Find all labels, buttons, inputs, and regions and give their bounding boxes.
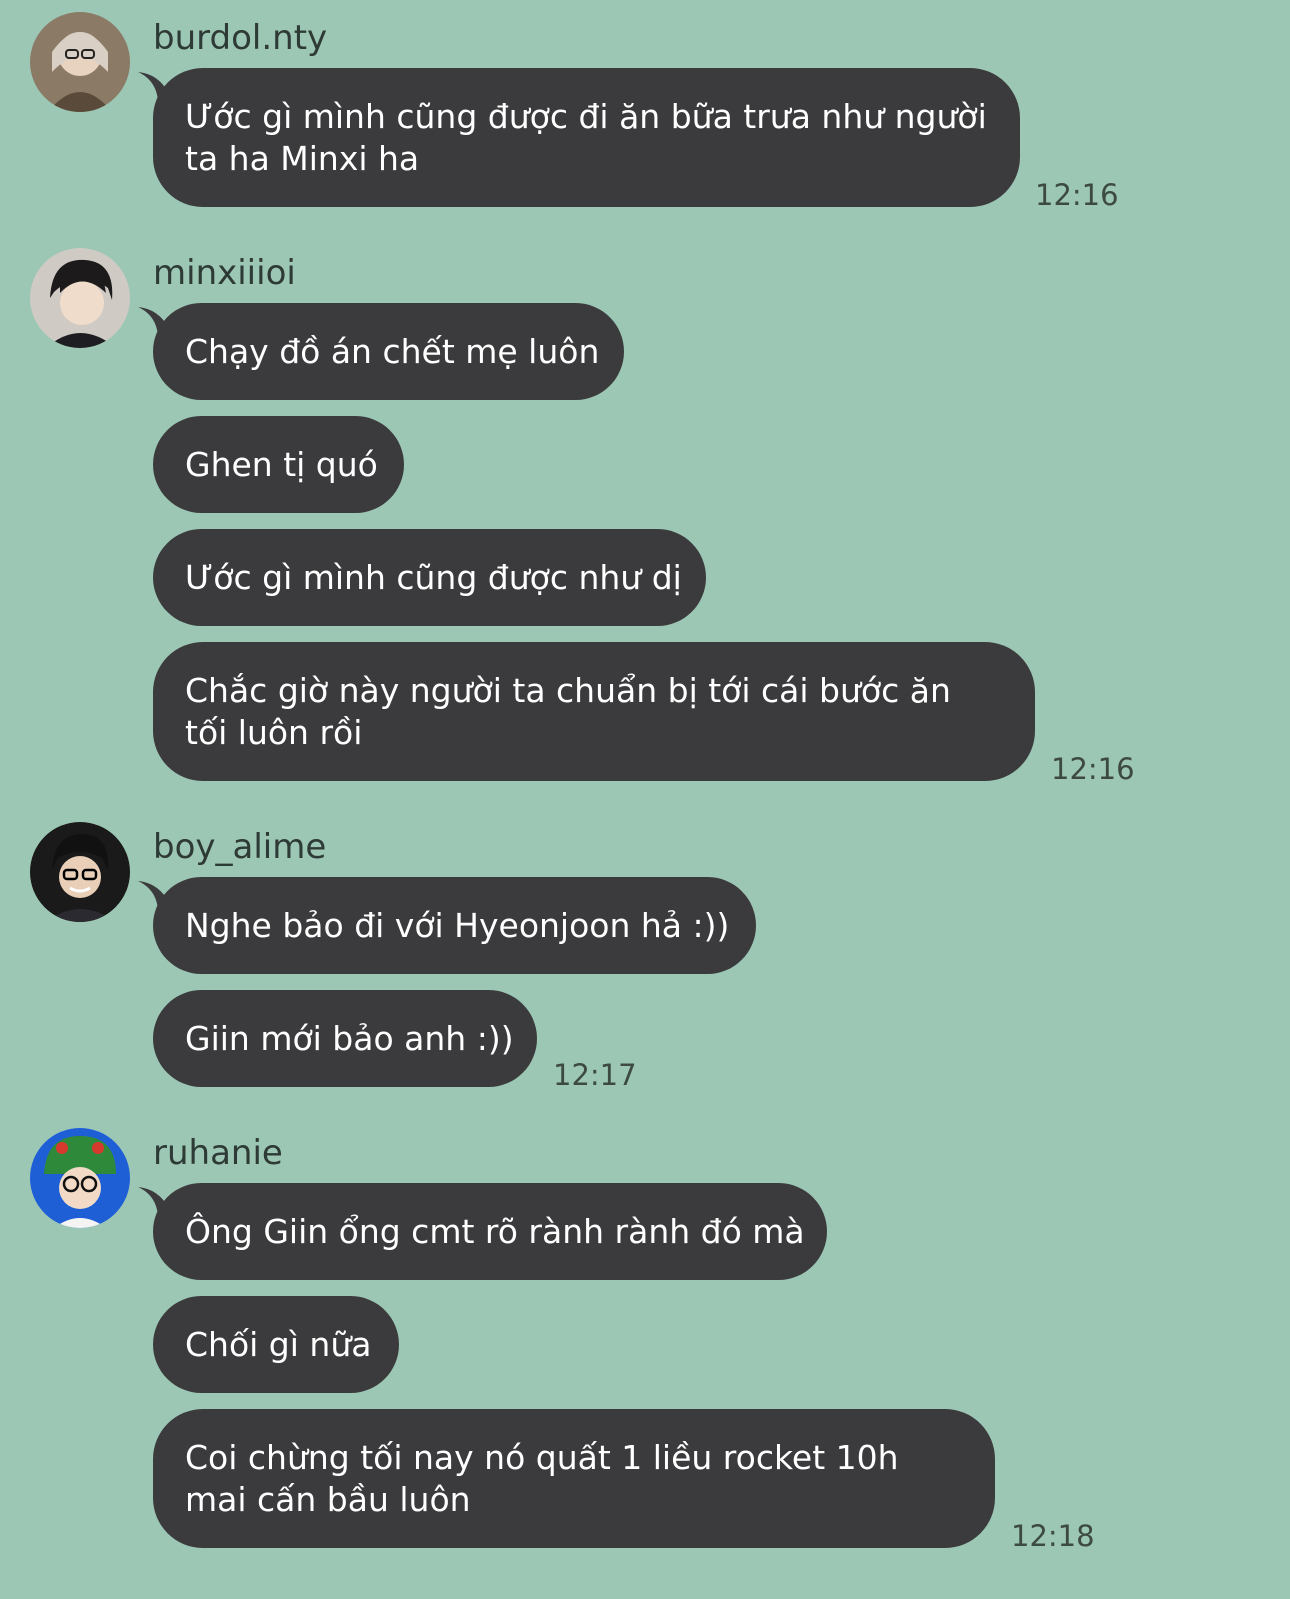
timestamp: 12:17 xyxy=(553,1058,637,1092)
message-bubble[interactable]: Giin mới bảo anh :)) xyxy=(153,990,537,1087)
timestamp: 12:16 xyxy=(1051,752,1135,786)
chat-thread: burdol.nty Ước gì mình cũng được đi ăn b… xyxy=(0,0,1290,1599)
avatar-boy-alime-icon[interactable] xyxy=(30,822,130,922)
message-bubble[interactable]: Chắc giờ này người ta chuẩn bị tới cái b… xyxy=(153,642,1035,781)
message-bubble[interactable]: Ước gì mình cũng được đi ăn bữa trưa như… xyxy=(153,68,1020,207)
username-label[interactable]: minxiiioi xyxy=(153,253,296,293)
username-label[interactable]: burdol.nty xyxy=(153,18,327,58)
username-label[interactable]: ruhanie xyxy=(153,1133,283,1173)
message-bubble[interactable]: Chối gì nữa xyxy=(153,1296,399,1393)
message-bubble[interactable]: Ghen tị quó xyxy=(153,416,404,513)
message-bubble[interactable]: Chạy đồ án chết mẹ luôn xyxy=(153,303,624,400)
username-label[interactable]: boy_alime xyxy=(153,827,326,867)
avatar-minxi-icon[interactable] xyxy=(30,248,130,348)
timestamp: 12:16 xyxy=(1035,178,1119,212)
timestamp: 12:18 xyxy=(1011,1519,1095,1553)
message-bubble[interactable]: Ông Giin ổng cmt rõ rành rành đó mà xyxy=(153,1183,827,1280)
avatar-burdol-icon[interactable] xyxy=(30,12,130,112)
message-bubble[interactable]: Nghe bảo đi với Hyeonjoon hả :)) xyxy=(153,877,756,974)
avatar-ruhanie-icon[interactable] xyxy=(30,1128,130,1228)
message-bubble[interactable]: Coi chừng tối nay nó quất 1 liều rocket … xyxy=(153,1409,995,1548)
message-bubble[interactable]: Ước gì mình cũng được như dị xyxy=(153,529,706,626)
